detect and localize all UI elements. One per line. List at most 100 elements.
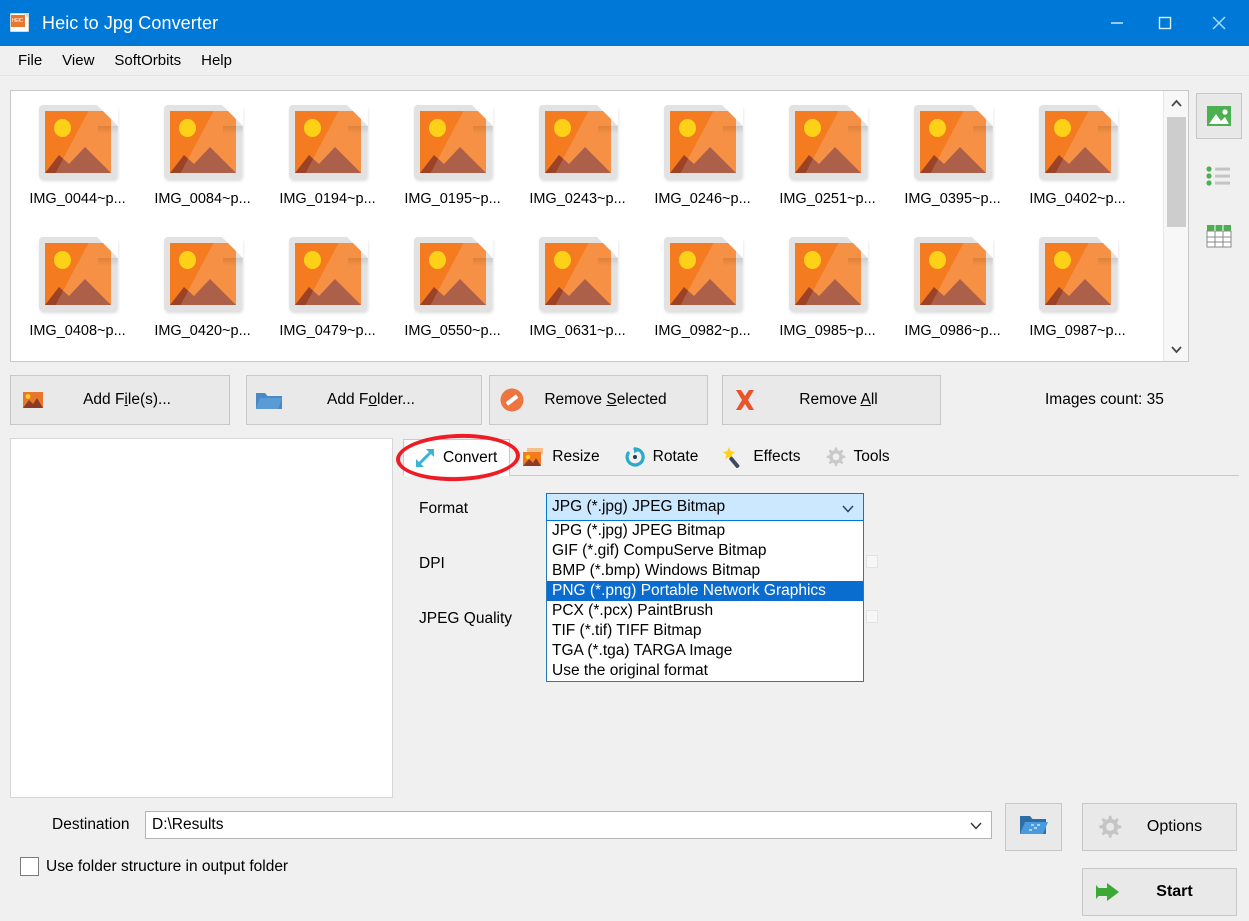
thumbnail-item[interactable]: IMG_0194~p... — [265, 95, 390, 227]
scroll-up-button[interactable] — [1164, 91, 1189, 115]
options-label: Options — [1135, 818, 1236, 836]
thumbnail-item[interactable] — [140, 359, 265, 361]
resize-image-icon — [521, 446, 545, 468]
tab-convert[interactable]: Convert — [403, 439, 510, 476]
image-thumbnail-icon — [1205, 104, 1233, 128]
add-folder-button[interactable]: Add Folder... — [246, 375, 482, 425]
thumbnail-label: IMG_0550~p... — [404, 323, 500, 339]
thumbnail-list-panel[interactable]: IMG_0044~p...IMG_0084~p...IMG_0194~p...I… — [10, 90, 1189, 362]
open-folder-icon — [1019, 813, 1049, 842]
thumbnail-item[interactable]: IMG_0987~p... — [1015, 227, 1140, 359]
use-folder-structure-checkbox[interactable]: Use folder structure in output folder — [20, 857, 288, 876]
menu-softorbits[interactable]: SoftOrbits — [104, 49, 191, 72]
jpeg-quality-label: JPEG Quality — [419, 610, 512, 628]
browse-destination-button[interactable] — [1005, 803, 1062, 851]
tab-tools[interactable]: Tools — [813, 438, 902, 475]
thumbnail-item[interactable] — [15, 359, 140, 361]
format-option[interactable]: PCX (*.pcx) PaintBrush — [547, 601, 863, 621]
format-option[interactable]: BMP (*.bmp) Windows Bitmap — [547, 561, 863, 581]
remove-selected-button[interactable]: Remove Selected — [489, 375, 708, 425]
chevron-down-icon — [841, 501, 855, 519]
remove-all-button[interactable]: Remove All — [722, 375, 941, 425]
thumbnail-item[interactable]: IMG_0982~p... — [640, 227, 765, 359]
thumbnail-item[interactable]: IMG_0550~p... — [390, 227, 515, 359]
menu-bar: File View SoftOrbits Help — [0, 46, 1249, 76]
thumbnail-label: IMG_0195~p... — [404, 191, 500, 207]
picture-icon — [11, 391, 55, 409]
format-option[interactable]: PNG (*.png) Portable Network Graphics — [547, 581, 863, 601]
format-option[interactable]: TIF (*.tif) TIFF Bitmap — [547, 621, 863, 641]
options-button[interactable]: Options — [1082, 803, 1237, 851]
remove-all-label: Remove All — [767, 391, 940, 409]
format-dropdown-button[interactable]: JPG (*.jpg) JPEG Bitmap — [546, 493, 864, 521]
thumbnail-row: IMG_0408~p...IMG_0420~p...IMG_0479~p... I… — [15, 227, 1163, 359]
thumbnail-item[interactable]: IMG_0195~p... — [390, 95, 515, 227]
remove-selected-label: Remove Selected — [534, 391, 707, 409]
add-files-button[interactable]: Add File(s)... — [10, 375, 230, 425]
view-mode-thumbnail[interactable] — [1196, 93, 1242, 139]
dpi-label: DPI — [419, 555, 445, 573]
folder-icon — [247, 389, 291, 411]
thumbnail-item[interactable]: IMG_0985~p... — [765, 227, 890, 359]
start-button[interactable]: Start — [1082, 868, 1237, 916]
settings-tabstrip: Convert Resize Rotate — [403, 438, 1239, 476]
thumbnail-item[interactable]: IMG_0243~p... — [515, 95, 640, 227]
thumbnail-item[interactable]: IMG_0408~p... — [15, 227, 140, 359]
image-thumbnail-icon — [785, 101, 871, 187]
view-mode-details[interactable] — [1196, 213, 1242, 259]
minimize-button[interactable] — [1093, 0, 1141, 46]
image-thumbnail-icon — [910, 233, 996, 319]
scrollbar-thumb[interactable] — [1167, 117, 1186, 227]
thumbnail-item[interactable] — [390, 359, 515, 361]
maximize-button[interactable] — [1141, 0, 1189, 46]
format-option[interactable]: JPG (*.jpg) JPEG Bitmap — [547, 521, 863, 541]
menu-view[interactable]: View — [52, 49, 104, 72]
thumbnail-item[interactable] — [640, 359, 765, 361]
thumbnail-label: IMG_0631~p... — [529, 323, 625, 339]
add-folder-label: Add Folder... — [291, 391, 481, 409]
format-selected-value: JPG (*.jpg) JPEG Bitmap — [552, 498, 725, 516]
checkbox-box[interactable] — [20, 857, 39, 876]
thumbnail-item[interactable]: IMG_0246~p... — [640, 95, 765, 227]
scroll-down-button[interactable] — [1164, 337, 1189, 361]
format-option[interactable]: GIF (*.gif) CompuServe Bitmap — [547, 541, 863, 561]
close-button[interactable] — [1189, 0, 1249, 46]
thumbnail-item[interactable]: IMG_0044~p... — [15, 95, 140, 227]
image-thumbnail-icon — [1035, 233, 1121, 319]
thumbnail-item[interactable] — [265, 359, 390, 361]
app-icon: HEIC — [10, 12, 32, 34]
thumbnail-item[interactable] — [890, 359, 1015, 361]
image-thumbnail-icon — [785, 233, 871, 319]
image-thumbnail-icon — [35, 101, 121, 187]
menu-help[interactable]: Help — [191, 49, 242, 72]
image-preview-panel — [10, 438, 393, 798]
window-title: Heic to Jpg Converter — [42, 13, 218, 34]
image-thumbnail-icon — [410, 233, 496, 319]
thumbnail-item[interactable]: IMG_0420~p... — [140, 227, 265, 359]
format-option[interactable]: TGA (*.tga) TARGA Image — [547, 641, 863, 661]
thumbnails-vertical-scrollbar[interactable] — [1163, 91, 1188, 361]
view-mode-list[interactable] — [1196, 153, 1242, 199]
format-dropdown-list[interactable]: JPG (*.jpg) JPEG BitmapGIF (*.gif) Compu… — [546, 521, 864, 682]
thumbnail-item[interactable]: IMG_0395~p... — [890, 95, 1015, 227]
format-option[interactable]: Use the original format — [547, 661, 863, 681]
thumbnail-item[interactable]: IMG_0479~p... — [265, 227, 390, 359]
image-thumbnail-icon — [660, 101, 746, 187]
thumbnail-label: IMG_0395~p... — [904, 191, 1000, 207]
chevron-down-icon[interactable] — [969, 818, 983, 836]
tab-resize[interactable]: Resize — [510, 438, 612, 475]
tab-rotate[interactable]: Rotate — [613, 438, 712, 475]
thumbnail-label: IMG_0246~p... — [654, 191, 750, 207]
thumbnail-item[interactable]: IMG_0402~p... — [1015, 95, 1140, 227]
thumbnail-item[interactable] — [1015, 359, 1140, 361]
chevron-down-icon — [1170, 345, 1183, 354]
thumbnail-item[interactable] — [515, 359, 640, 361]
thumbnail-item[interactable]: IMG_0084~p... — [140, 95, 265, 227]
thumbnail-item[interactable] — [765, 359, 890, 361]
destination-input[interactable]: D:\Results — [145, 811, 992, 839]
menu-file[interactable]: File — [8, 49, 52, 72]
thumbnail-item[interactable]: IMG_0631~p... — [515, 227, 640, 359]
thumbnail-item[interactable]: IMG_0986~p... — [890, 227, 1015, 359]
thumbnail-item[interactable]: IMG_0251~p... — [765, 95, 890, 227]
tab-effects[interactable]: Effects — [711, 438, 813, 475]
